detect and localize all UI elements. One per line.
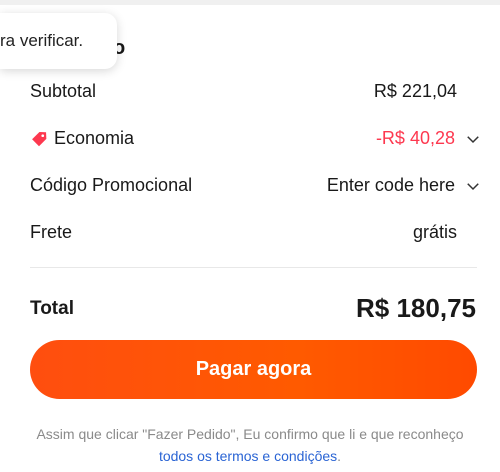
savings-value: -R$ 40,28: [375, 128, 455, 148]
shipping-row: Frete grátis: [30, 218, 484, 248]
chevron-down-icon[interactable]: [464, 177, 482, 195]
promo-code-input[interactable]: Enter code here: [327, 175, 455, 196]
chevron-down-icon[interactable]: [464, 130, 482, 148]
subtotal-label: Subtotal: [30, 81, 97, 101]
subtotal-row: Subtotal R$ 221,04: [30, 77, 484, 107]
legal-suffix: .: [337, 448, 342, 464]
savings-label: Economia: [54, 128, 135, 148]
divider: [30, 267, 477, 268]
total-label: Total: [30, 298, 74, 319]
price-tag-icon: [32, 131, 47, 146]
promo-code-row[interactable]: Código Promocional Enter code here: [30, 171, 484, 201]
legal-notice: Assim que clicar "Fazer Pedido", Eu conf…: [20, 423, 480, 467]
subtotal-value: R$ 221,04: [373, 81, 457, 101]
tooltip-text: ra verificar.: [0, 31, 84, 50]
promo-code-label: Código Promocional: [30, 175, 193, 195]
shipping-label: Frete: [30, 222, 73, 242]
total-value: R$ 180,75: [356, 293, 476, 323]
order-summary-panel: o Subtotal R$ 221,04 Economia -R$ 40,28 …: [0, 5, 500, 472]
legal-text: Assim que clicar "Fazer Pedido", Eu conf…: [36, 426, 464, 442]
pay-now-button[interactable]: Pagar agora: [30, 340, 477, 399]
shipping-value: grátis: [412, 222, 457, 242]
verification-tooltip: ra verificar.: [0, 13, 117, 69]
terms-link[interactable]: todos os termos e condições: [159, 448, 337, 464]
savings-row[interactable]: Economia -R$ 40,28: [30, 124, 484, 154]
